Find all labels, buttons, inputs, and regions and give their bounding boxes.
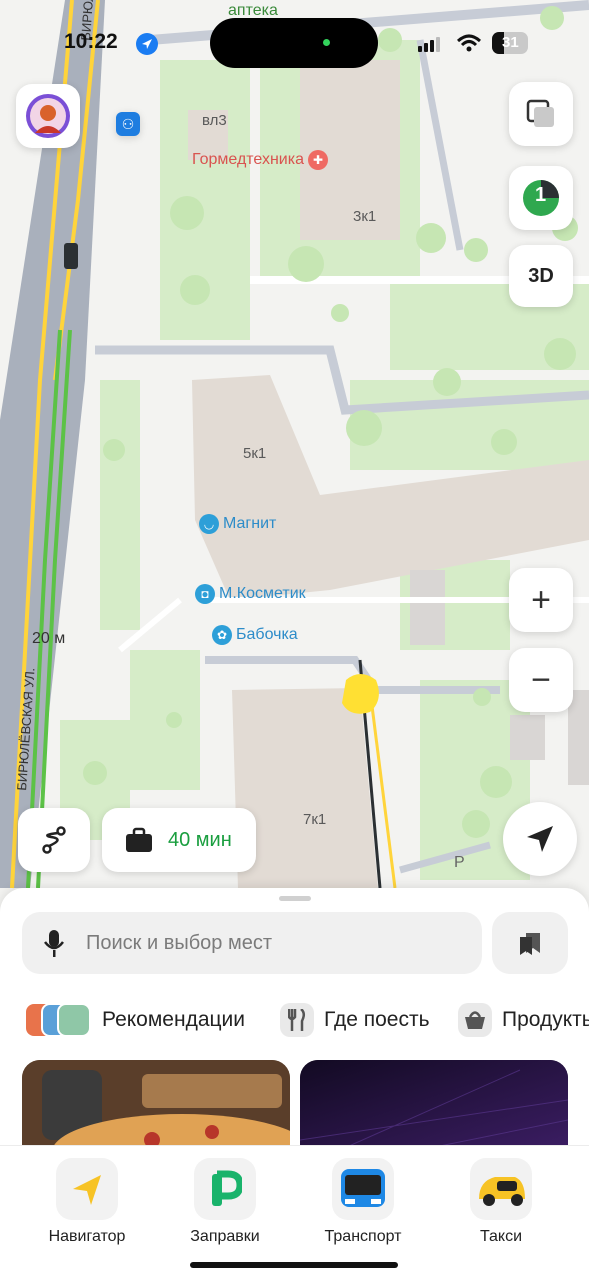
park-area [130,650,200,790]
poi-label: М.Косметик [219,585,306,602]
search-placeholder: Поиск и выбор мест [86,932,272,954]
traffic-badge: 1 [535,184,547,206]
bookmarks-button[interactable] [492,912,568,974]
card-image [22,1060,290,1150]
card-image [300,1060,568,1150]
profile-button[interactable] [16,84,80,148]
tab-label: Такси [479,1228,523,1245]
recording-dot-icon [323,39,330,46]
tab-label: Заправки [190,1228,260,1245]
chip-label: Продукты [502,1008,589,1031]
tab-transport[interactable]: Транспорт [308,1158,418,1246]
bookmarks-icon [520,933,540,955]
navigation-arrow-icon [527,826,553,852]
poi-shop[interactable]: ◘ М.Косметик [195,584,306,604]
tab-label: Навигатор [48,1228,126,1245]
traffic-light [64,243,78,269]
signal-icon [418,37,440,52]
recommendation-card[interactable] [300,1060,568,1150]
flower-icon: ✿ [212,625,232,645]
zoom-in-button[interactable]: + [509,568,573,632]
sheet-handle[interactable] [279,896,311,901]
chip-groceries[interactable]: Продукты [458,1000,589,1040]
bus-icon [332,1158,394,1220]
chip-food[interactable]: Где поесть [280,1000,430,1040]
layers-button[interactable] [509,82,573,146]
building-label: 7к1 [303,811,327,828]
bag-icon: ◘ [195,584,215,604]
chip-label: Рекомендации [102,1008,246,1031]
medical-cross-icon: ✚ [308,150,328,170]
park-area [100,380,140,630]
transit-stop-icon[interactable]: ⚇ [116,112,140,136]
location-arrow-icon [136,33,158,55]
tab-label: Транспорт [324,1228,402,1245]
chip-recommendations[interactable]: Рекомендации [26,1000,245,1040]
tab-fuel[interactable]: Заправки [170,1158,280,1246]
scale-label: 20 м [32,630,66,647]
poi-shop[interactable]: ◡ Магнит [199,514,276,534]
home-indicator [190,1262,398,1268]
zoom-out-button[interactable]: − [509,648,573,712]
building-label: 3к1 [353,208,377,225]
status-time: 10:22 [64,30,118,53]
chip-label: Где поесть [324,1008,430,1031]
layers-icon [526,99,554,127]
battery-level: 31 [502,34,519,51]
tab-bar: Навигатор Заправки Транспорт Такси [0,1145,589,1281]
fuel-icon [194,1158,256,1220]
wifi-icon [456,34,482,52]
parking-label: P [454,854,465,871]
poi-label: Гормедтехника [192,151,304,168]
commute-time-button[interactable]: 40 мин [102,808,256,872]
route-icon [42,826,66,854]
battery-icon: 31 [492,32,528,54]
3d-button[interactable]: 3D [509,245,573,307]
tab-taxi[interactable]: Такси [446,1158,556,1246]
poi-label: Магнит [223,515,277,532]
user-position-marker [342,674,379,714]
tab-navigator[interactable]: Навигатор [32,1158,142,1246]
poi-shop[interactable]: ✿ Бабочка [212,625,298,645]
basket-icon [458,1003,492,1037]
poi-medical[interactable]: Гормедтехника ✚ [192,150,328,170]
navigator-icon [56,1158,118,1220]
category-chips: Рекомендации Где поесть Продукты [0,1000,589,1040]
avatar [26,94,70,138]
dynamic-island [210,18,378,68]
search-input[interactable]: Поиск и выбор мест [22,912,482,974]
building-label: вл3 [202,112,227,129]
poi-label: Бабочка [236,626,298,643]
recommendations-icon [26,1003,91,1037]
route-button[interactable] [18,808,90,872]
cutlery-icon [280,1003,314,1037]
taxi-icon [470,1158,532,1220]
my-location-button[interactable] [503,802,577,876]
basket-icon: ◡ [199,514,219,534]
traffic-button[interactable]: 1 [509,166,573,230]
briefcase-icon [126,827,152,852]
building-label: 5к1 [243,445,267,462]
recommendation-card[interactable] [22,1060,290,1150]
commute-time-label: 40 мин [168,828,232,851]
microphone-icon[interactable] [44,930,64,958]
